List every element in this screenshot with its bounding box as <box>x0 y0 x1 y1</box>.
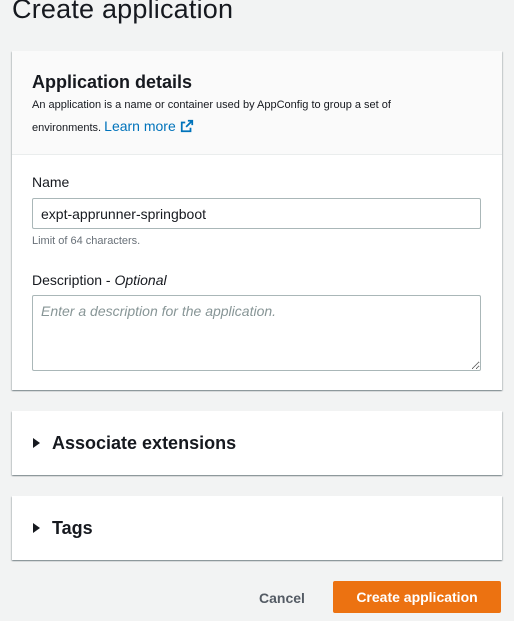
details-title: Application details <box>32 72 193 92</box>
optional-label: Optional <box>114 272 167 288</box>
caret-right-icon <box>33 523 40 533</box>
external-link-icon <box>180 119 193 133</box>
details-header: Application details An application is a … <box>12 51 502 155</box>
name-input[interactable] <box>32 198 481 229</box>
description-label: Description - Optional <box>32 272 167 288</box>
tags-panel: Tags <box>12 496 502 560</box>
name-label: Name <box>32 174 70 190</box>
details-description-text: An application is a name or container us… <box>32 99 391 134</box>
learn-more-label: Learn more <box>104 118 176 134</box>
application-details-panel: Application details An application is a … <box>12 51 502 390</box>
associate-extensions-title: Associate extensions <box>52 432 237 453</box>
description-textarea[interactable] <box>32 295 481 371</box>
details-description: An application is a name or container us… <box>32 95 452 139</box>
associate-extensions-panel: Associate extensions <box>12 411 502 475</box>
tags-toggle[interactable]: Tags <box>12 496 502 560</box>
caret-right-icon <box>33 438 40 448</box>
cancel-button[interactable]: Cancel <box>246 582 318 613</box>
name-constraint: Limit of 64 characters. <box>32 235 141 247</box>
tags-title: Tags <box>52 517 93 538</box>
create-application-button[interactable]: Create application <box>333 581 501 613</box>
learn-more-link[interactable]: Learn more <box>104 118 194 134</box>
associate-extensions-toggle[interactable]: Associate extensions <box>12 411 502 475</box>
page-title: Create application <box>12 0 234 24</box>
description-label-text: Description - <box>32 272 115 288</box>
